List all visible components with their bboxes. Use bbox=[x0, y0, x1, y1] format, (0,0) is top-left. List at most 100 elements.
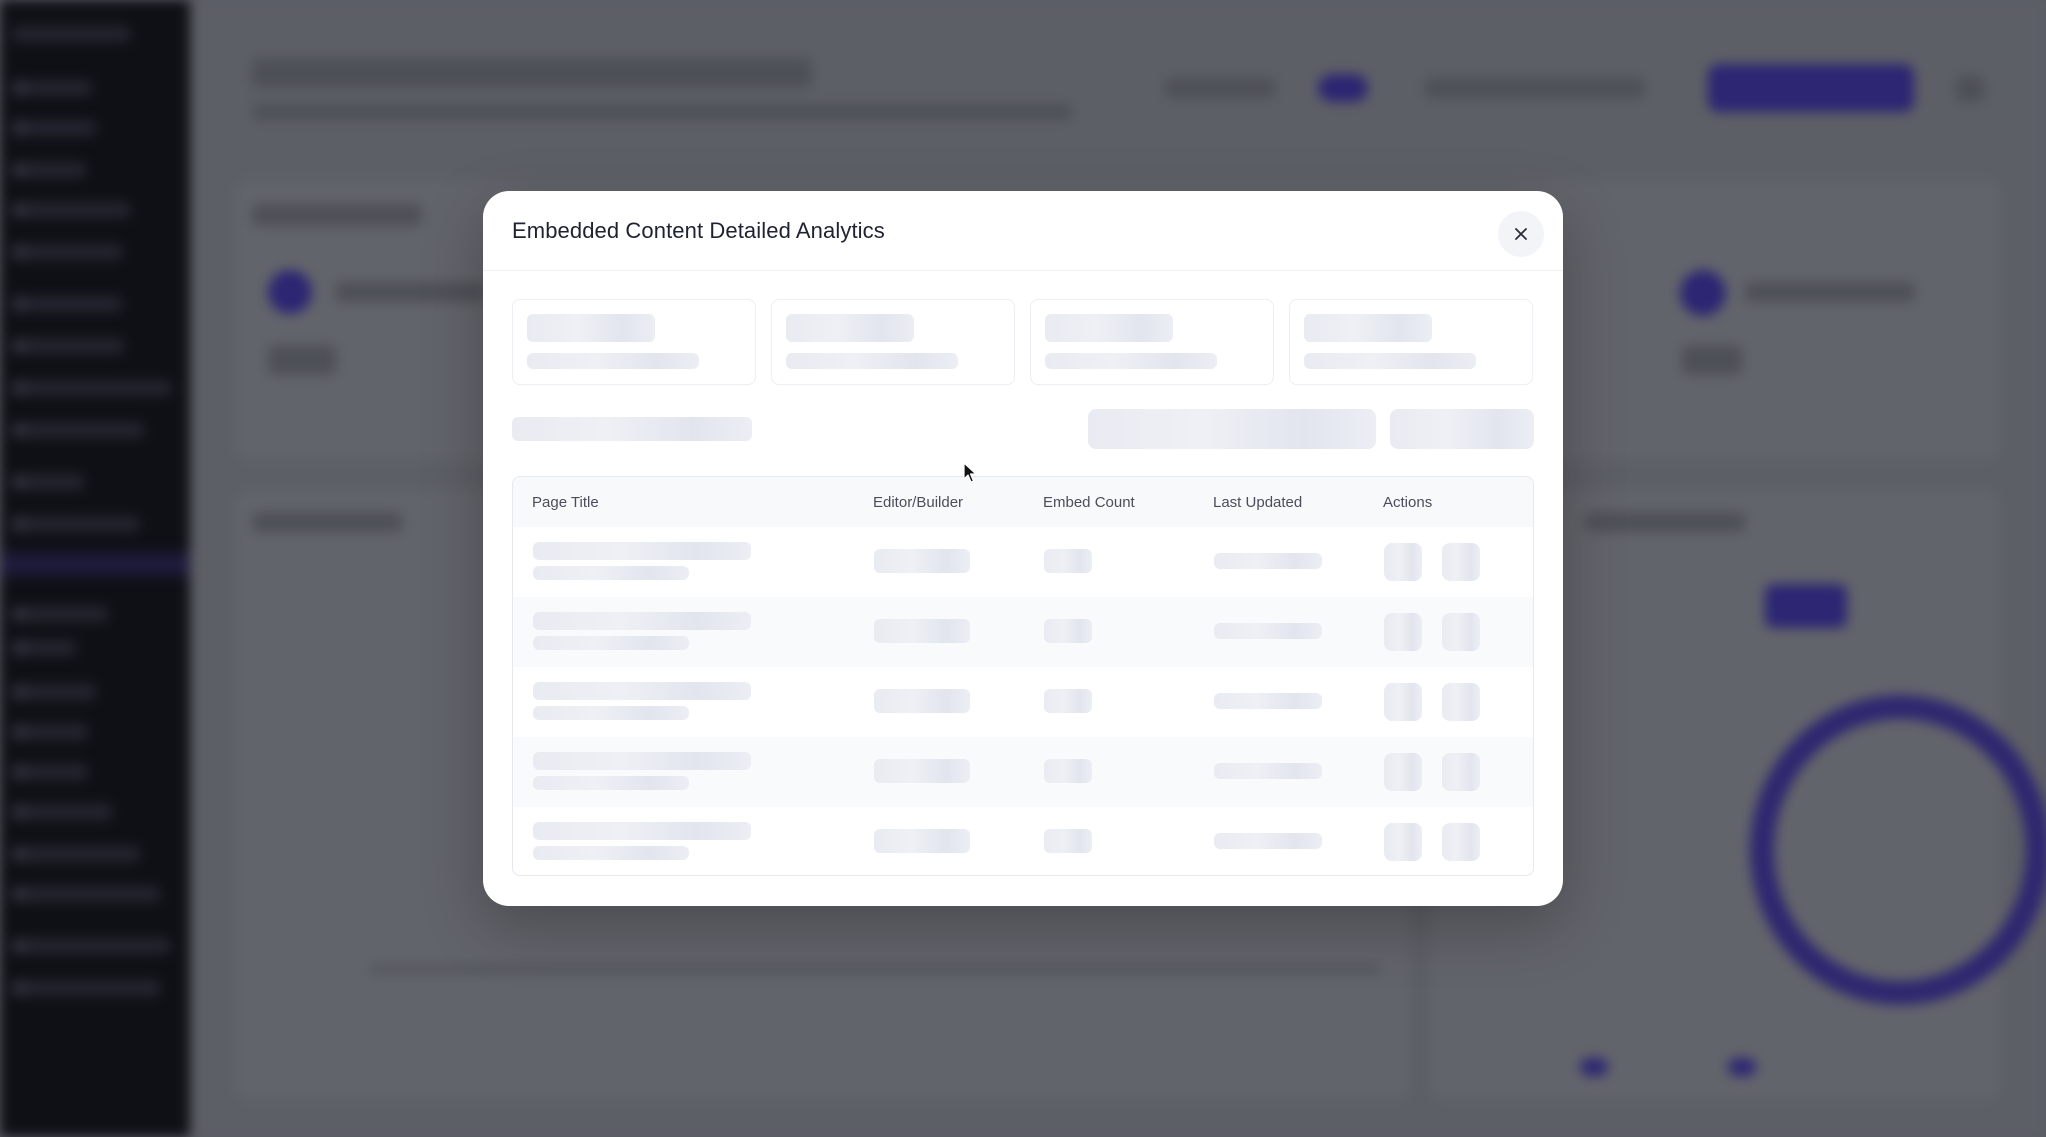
chart-axis-placeholder bbox=[370, 966, 1380, 972]
table-row bbox=[513, 667, 1533, 737]
sidebar-item bbox=[12, 684, 96, 700]
legend-swatch bbox=[1728, 1058, 1756, 1076]
sidebar-item bbox=[12, 474, 84, 490]
stat-icon bbox=[1680, 270, 1726, 316]
sidebar bbox=[0, 0, 190, 1137]
skeleton-page-title bbox=[533, 612, 751, 630]
skeleton-action-button bbox=[1384, 753, 1422, 791]
legend-swatch bbox=[1580, 1058, 1608, 1076]
skeleton-embed-count bbox=[1044, 829, 1092, 853]
table-header: Page Title Editor/Builder Embed Count La… bbox=[513, 477, 1533, 527]
skeleton-page-url bbox=[533, 636, 689, 650]
date-select-placeholder bbox=[1425, 78, 1645, 98]
skeleton-page-url bbox=[533, 776, 689, 790]
skeleton-last-updated bbox=[1214, 833, 1322, 849]
sidebar-item bbox=[12, 938, 170, 954]
chart-title-placeholder bbox=[252, 512, 402, 532]
sidebar-item bbox=[12, 244, 122, 260]
sidebar-item bbox=[12, 380, 172, 396]
primary-button-placeholder bbox=[1708, 64, 1914, 112]
page-subtitle-placeholder bbox=[252, 104, 1072, 120]
skeleton-embed-count bbox=[1044, 549, 1092, 573]
skeleton-page-title bbox=[533, 682, 751, 700]
stat-value-placeholder bbox=[1682, 345, 1742, 375]
sidebar-item bbox=[12, 886, 160, 902]
skeleton-bar bbox=[527, 353, 699, 369]
stat-label-placeholder bbox=[335, 282, 485, 302]
sidebar-logo-placeholder bbox=[12, 26, 130, 42]
skeleton-action-button bbox=[1442, 683, 1480, 721]
modal-header: Embedded Content Detailed Analytics bbox=[483, 191, 1563, 271]
skeleton-action-button bbox=[1384, 613, 1422, 651]
table-row bbox=[513, 807, 1533, 875]
page-title-placeholder bbox=[252, 58, 812, 88]
stat-icon bbox=[268, 270, 312, 314]
close-button[interactable] bbox=[1498, 211, 1544, 257]
sidebar-item bbox=[12, 846, 140, 862]
stat-card-skeleton bbox=[1030, 299, 1274, 385]
skeleton-bar bbox=[786, 353, 958, 369]
skeleton-embed-count bbox=[1044, 619, 1092, 643]
sidebar-item bbox=[12, 422, 144, 438]
analytics-modal: Embedded Content Detailed Analytics Page… bbox=[483, 191, 1563, 906]
toggle-label-placeholder bbox=[1165, 78, 1275, 98]
skeleton-last-updated bbox=[1214, 693, 1322, 709]
skeleton-action-button bbox=[1442, 613, 1480, 651]
column-header-editor-builder: Editor/Builder bbox=[873, 494, 964, 511]
donut-chart bbox=[1750, 695, 2046, 1005]
skeleton-action-button bbox=[1384, 823, 1422, 861]
skeleton-action-button bbox=[1442, 753, 1480, 791]
skeleton-bar bbox=[1045, 314, 1173, 342]
skeleton-action-button bbox=[1442, 543, 1480, 581]
skeleton-bar bbox=[1304, 353, 1476, 369]
skeleton-embed-count bbox=[1044, 689, 1092, 713]
more-icon bbox=[1956, 76, 1984, 102]
column-header-embed-count: Embed Count bbox=[1043, 494, 1135, 511]
stat-card-skeleton bbox=[512, 299, 756, 385]
sidebar-item bbox=[12, 980, 160, 996]
search-input-skeleton bbox=[1088, 409, 1376, 449]
skeleton-action-button bbox=[1442, 823, 1480, 861]
skeleton-action-button bbox=[1384, 683, 1422, 721]
segment-button bbox=[1765, 584, 1847, 628]
sidebar-item bbox=[12, 516, 140, 532]
skeleton-page-title bbox=[533, 752, 751, 770]
filter-button-skeleton bbox=[1390, 409, 1534, 449]
column-header-last-updated: Last Updated bbox=[1213, 494, 1303, 511]
toolbar-title-skeleton bbox=[512, 417, 752, 441]
skeleton-last-updated bbox=[1214, 553, 1322, 569]
stat-card-skeleton bbox=[771, 299, 1015, 385]
skeleton-editor bbox=[874, 829, 970, 853]
sidebar-item bbox=[12, 338, 124, 354]
skeleton-embed-count bbox=[1044, 759, 1092, 783]
skeleton-editor bbox=[874, 619, 970, 643]
skeleton-last-updated bbox=[1214, 623, 1322, 639]
skeleton-last-updated bbox=[1214, 763, 1322, 779]
sidebar-item bbox=[12, 80, 92, 96]
toggle-switch bbox=[1318, 74, 1368, 102]
skeleton-page-title bbox=[533, 822, 751, 840]
column-header-actions: Actions bbox=[1383, 494, 1433, 511]
table-row bbox=[513, 597, 1533, 667]
stat-value-placeholder bbox=[268, 345, 336, 375]
skeleton-page-url bbox=[533, 846, 689, 860]
skeleton-bar bbox=[786, 314, 914, 342]
skeleton-page-url bbox=[533, 706, 689, 720]
content-table: Page Title Editor/Builder Embed Count La… bbox=[512, 476, 1534, 876]
overview-title-placeholder bbox=[252, 204, 422, 226]
sidebar-item bbox=[12, 804, 112, 820]
sidebar-item bbox=[12, 606, 108, 622]
sidebar-item bbox=[12, 764, 88, 780]
skeleton-bar bbox=[1045, 353, 1217, 369]
skeleton-editor bbox=[874, 549, 970, 573]
skeleton-editor bbox=[874, 759, 970, 783]
column-header-page-title: Page Title bbox=[532, 494, 599, 511]
table-row bbox=[513, 737, 1533, 807]
sidebar-item-active bbox=[0, 552, 190, 576]
stat-card-skeleton bbox=[1289, 299, 1533, 385]
modal-title: Embedded Content Detailed Analytics bbox=[512, 218, 885, 243]
close-icon bbox=[1515, 228, 1527, 240]
donut-title-placeholder bbox=[1585, 512, 1745, 532]
skeleton-bar bbox=[527, 314, 655, 342]
skeleton-page-title bbox=[533, 542, 751, 560]
